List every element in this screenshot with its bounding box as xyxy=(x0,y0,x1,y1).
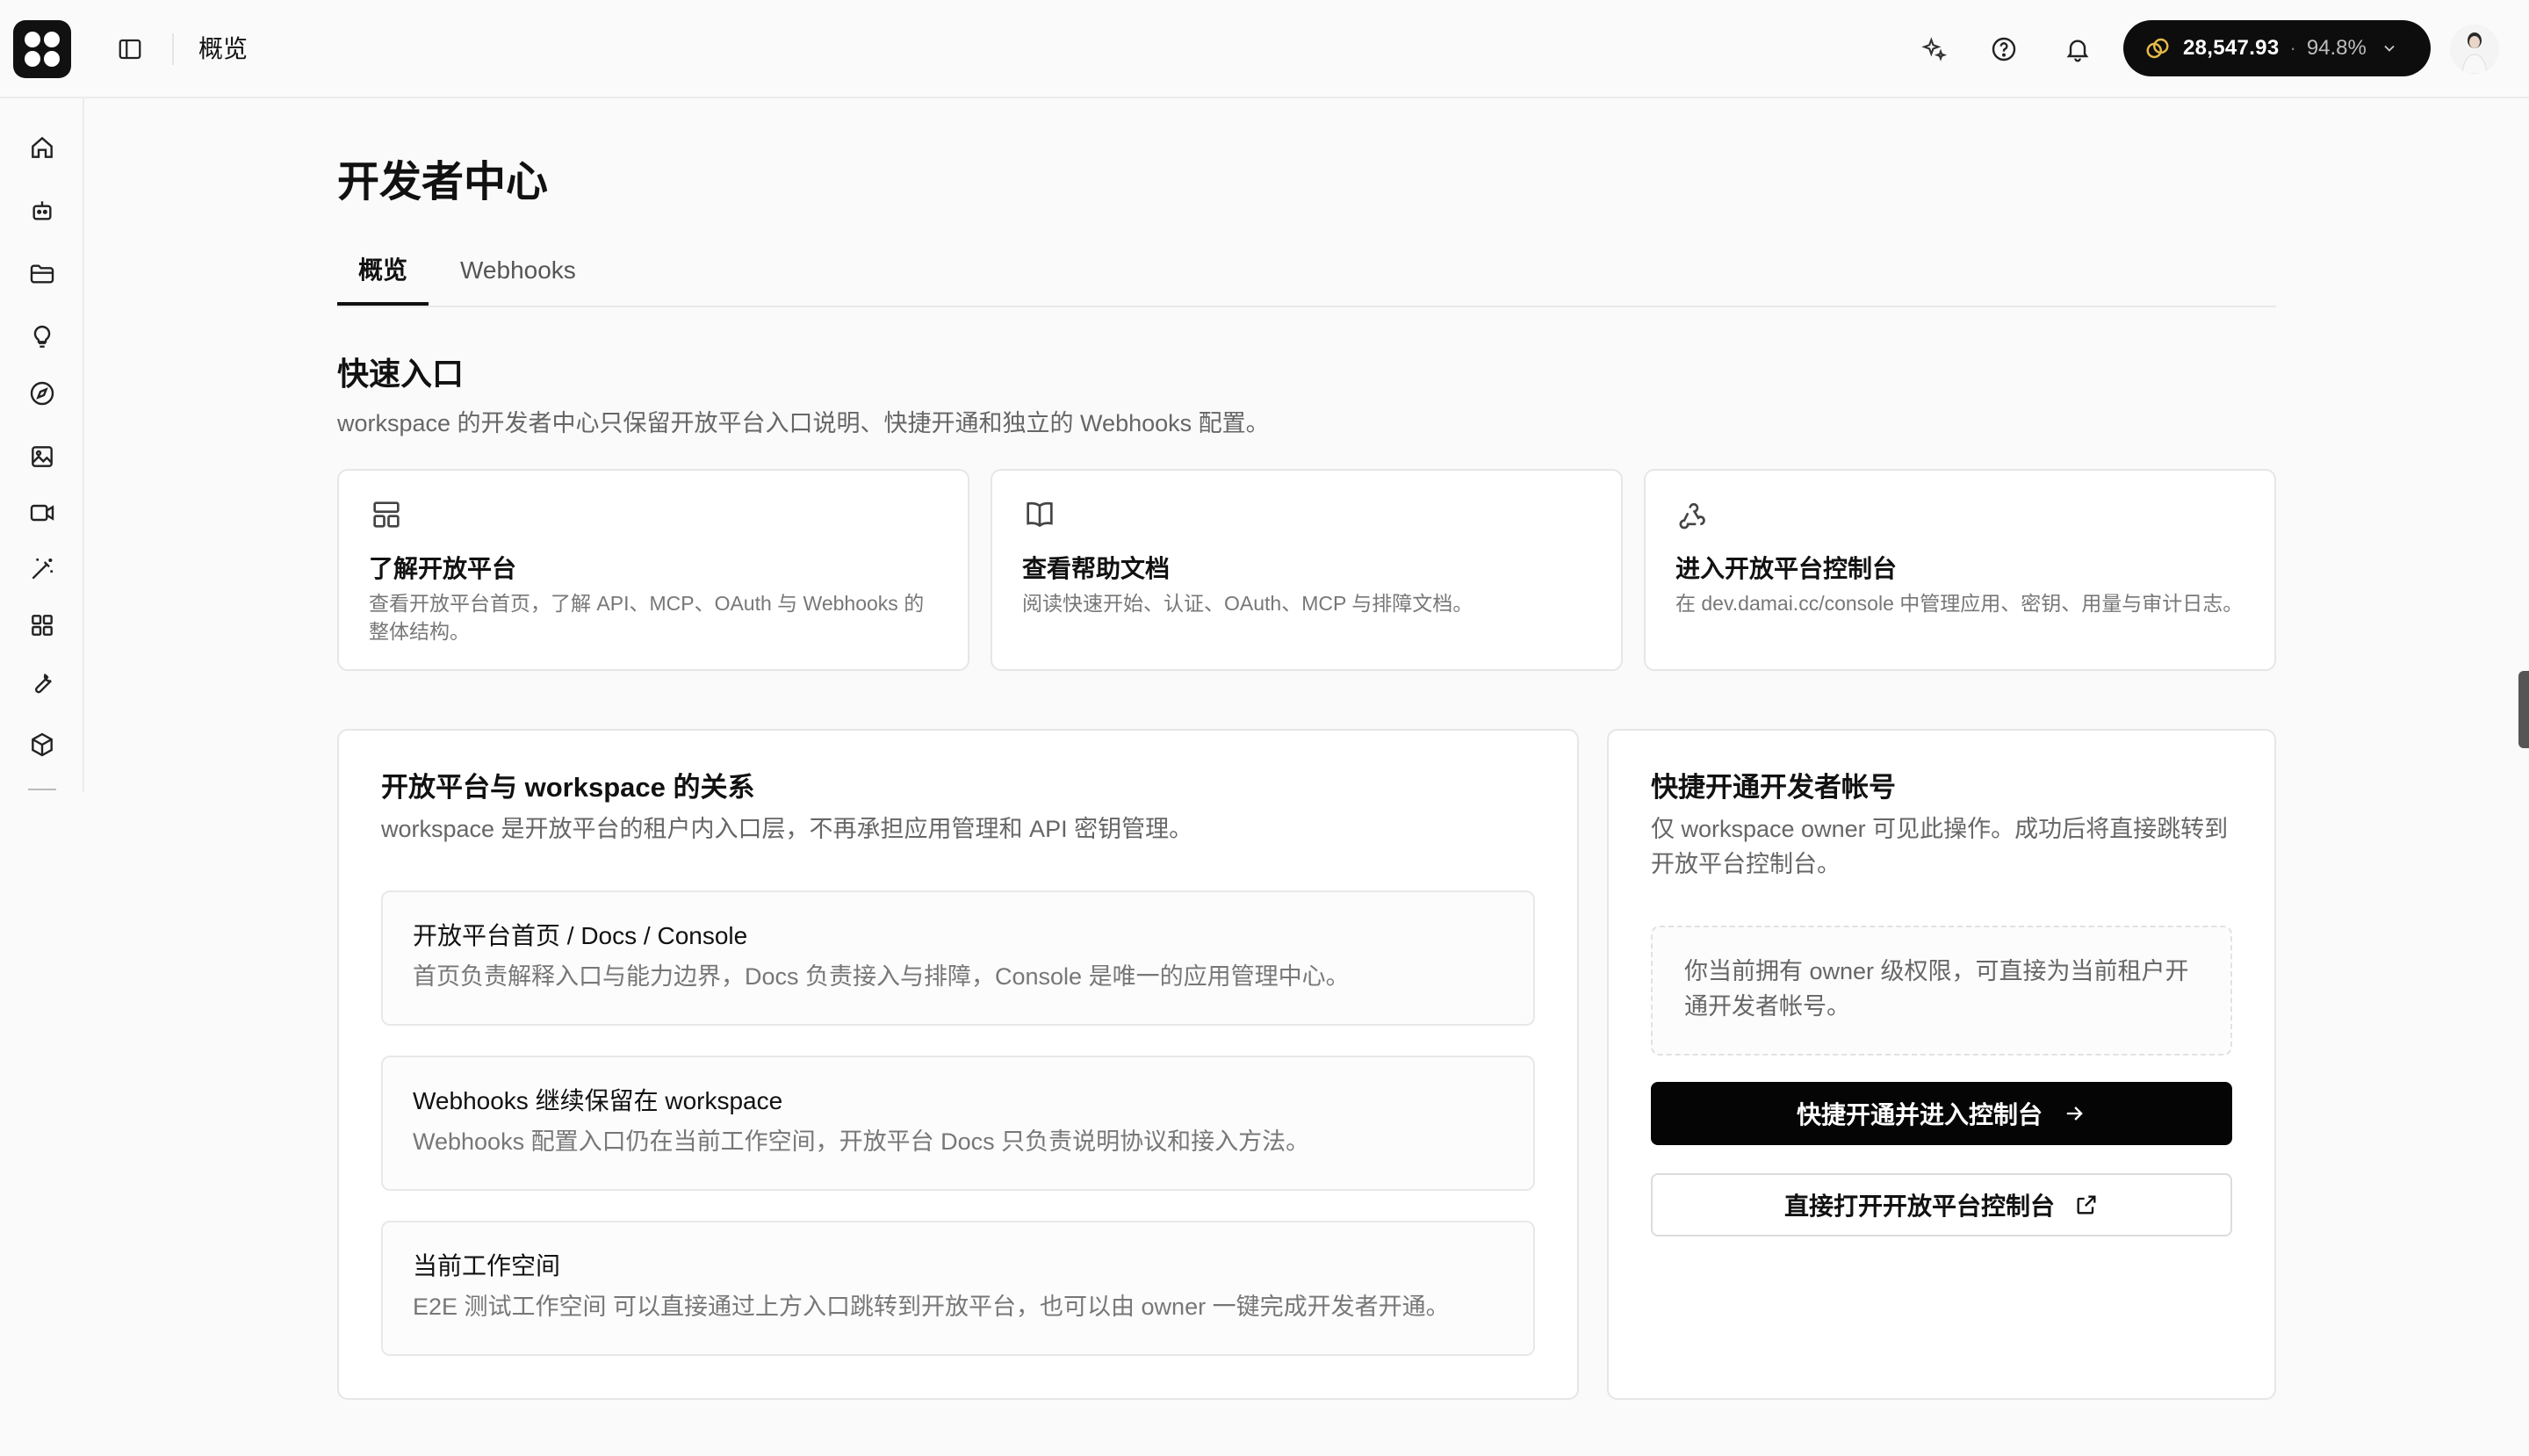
book-icon xyxy=(1027,501,1053,528)
card-description: 查看开放平台首页，了解 API、MCP、OAuth 与 Webhooks 的整体… xyxy=(369,592,925,643)
sidebar-item-ideas[interactable] xyxy=(25,320,60,355)
sidebar-item-explore[interactable] xyxy=(25,376,60,411)
folder-icon xyxy=(30,264,54,284)
brand-logo-icon[interactable] xyxy=(13,20,71,78)
topbar-divider xyxy=(172,33,174,65)
layout-icon xyxy=(373,501,400,528)
webhook-icon xyxy=(1679,502,1705,530)
open-console-button[interactable]: 直接打开开放平台控制台 xyxy=(1651,1173,2232,1236)
sidebar-item-images[interactable] xyxy=(25,439,60,474)
sidebar-item-apps[interactable] xyxy=(25,608,60,643)
button-label: 快捷开通并进入控制台 xyxy=(1796,1101,2043,1128)
compass-icon xyxy=(30,381,54,406)
sparkle-icon xyxy=(1921,37,1948,61)
card-open-console[interactable]: 进入开放平台控制台 在 dev.damai.cc/console 中管理应用、密… xyxy=(1644,469,2276,671)
list-item-description: E2E 测试工作空间 可以直接通过上方入口跳转到开放平台，也可以由 owner … xyxy=(413,1294,1450,1320)
video-icon xyxy=(30,504,54,522)
sidebar-item-magic[interactable] xyxy=(25,551,60,587)
sidebar-item-packages[interactable] xyxy=(25,727,60,762)
home-icon xyxy=(32,136,53,158)
apps-grid-icon xyxy=(32,615,53,636)
sidebar-panel-icon xyxy=(119,39,141,60)
button-label: 直接打开开放平台控制台 xyxy=(1783,1193,2055,1220)
tab-bar: 概览 Webhooks xyxy=(337,246,2276,307)
card-description: 阅读快速开始、认证、OAuth、MCP 与排障文档。 xyxy=(1022,592,1473,615)
activate-subtitle: 仅 workspace owner 可见此操作。成功后将直接跳转到开放平台控制台… xyxy=(1651,816,2229,877)
bot-icon xyxy=(32,201,52,220)
quick-access-subtitle: workspace 的开发者中心只保留开放平台入口说明、快捷开通和独立的 Web… xyxy=(337,410,1270,436)
list-item-description: 首页负责解释入口与能力边界，Docs 负责接入与排障，Console 是唯一的应… xyxy=(413,963,1350,990)
sidebar-item-home[interactable] xyxy=(25,130,60,165)
sidebar-item-bot[interactable] xyxy=(25,193,60,228)
card-title: 了解开放平台 xyxy=(369,555,517,582)
list-item: 当前工作空间 E2E 测试工作空间 可以直接通过上方入口跳转到开放平台，也可以由… xyxy=(381,1221,1535,1356)
list-item: 开放平台首页 / Docs / Console 首页负责解释入口与能力边界，Do… xyxy=(381,890,1535,1026)
credits-percent: 94.8% xyxy=(2306,36,2367,60)
arrow-right-icon xyxy=(2066,1106,2083,1121)
relation-title: 开放平台与 workspace 的关系 xyxy=(381,772,755,803)
list-item-description: Webhooks 配置入口仍在当前工作空间，开放平台 Docs 只负责说明协议和… xyxy=(413,1128,1310,1155)
sidebar-item-folder[interactable] xyxy=(25,256,60,292)
breadcrumb-title: 概览 xyxy=(198,35,249,62)
sparkle-button[interactable] xyxy=(1914,30,1953,68)
sidebar-toggle-button[interactable] xyxy=(112,32,148,67)
list-item-title: 开放平台首页 / Docs / Console xyxy=(413,922,748,949)
image-icon xyxy=(32,446,53,467)
help-circle-icon xyxy=(1992,37,2016,61)
card-help-docs[interactable]: 查看帮助文档 阅读快速开始、认证、OAuth、MCP 与排障文档。 xyxy=(991,469,1623,671)
lightbulb-icon xyxy=(33,325,51,348)
notifications-button[interactable] xyxy=(2058,30,2097,68)
page-title: 开发者中心 xyxy=(337,159,549,205)
credits-pill[interactable]: 28,547.93 · 94.8% xyxy=(2123,20,2431,76)
permission-note: 你当前拥有 owner 级权限，可直接为当前租户开通开发者帐号。 xyxy=(1651,926,2232,1056)
activate-panel: 快捷开通开发者帐号 仅 workspace owner 可见此操作。成功后将直接… xyxy=(1607,729,2276,1400)
card-open-platform[interactable]: 了解开放平台 查看开放平台首页，了解 API、MCP、OAuth 与 Webho… xyxy=(337,469,969,671)
activate-title: 快捷开通开发者帐号 xyxy=(1651,772,1896,803)
sidebar-overflow-hint xyxy=(28,789,56,790)
sidebar-item-video[interactable] xyxy=(25,495,60,530)
chevron-down-icon xyxy=(2384,45,2395,52)
sidebar xyxy=(0,98,84,792)
magic-wand-icon xyxy=(32,559,53,580)
tab-overview[interactable]: 概览 xyxy=(337,246,429,306)
relation-panel: 开放平台与 workspace 的关系 workspace 是开放平台的租户内入… xyxy=(337,729,1579,1400)
coin-icon xyxy=(2146,38,2169,59)
list-item-title: 当前工作空间 xyxy=(413,1252,561,1279)
tab-webhooks[interactable]: Webhooks xyxy=(457,246,580,306)
external-link-icon xyxy=(2077,1195,2096,1215)
scrollbar-thumb[interactable] xyxy=(2518,671,2529,748)
sidebar-item-tools[interactable] xyxy=(25,664,60,699)
wrench-icon xyxy=(34,674,52,694)
quick-access-title: 快速入口 xyxy=(337,356,465,392)
package-icon xyxy=(32,732,53,757)
list-item: Webhooks 继续保留在 workspace Webhooks 配置入口仍在… xyxy=(381,1056,1535,1191)
list-item-title: Webhooks 继续保留在 workspace xyxy=(413,1087,783,1114)
card-title: 进入开放平台控制台 xyxy=(1675,555,1898,582)
activate-and-enter-console-button[interactable]: 快捷开通并进入控制台 xyxy=(1651,1082,2232,1145)
card-description: 在 dev.damai.cc/console 中管理应用、密钥、用量与审计日志。 xyxy=(1675,592,2244,615)
bell-icon xyxy=(2066,40,2089,62)
credits-separator: · xyxy=(2289,37,2296,59)
relation-subtitle: workspace 是开放平台的租户内入口层，不再承担应用管理和 API 密钥管… xyxy=(381,816,1193,842)
credits-amount: 28,547.93 xyxy=(2183,36,2280,60)
top-bar: 概览 28,547.93 · 94.8% xyxy=(0,0,2529,98)
help-button[interactable] xyxy=(1985,30,2023,68)
avatar[interactable] xyxy=(2450,25,2499,74)
card-title: 查看帮助文档 xyxy=(1022,555,1171,582)
